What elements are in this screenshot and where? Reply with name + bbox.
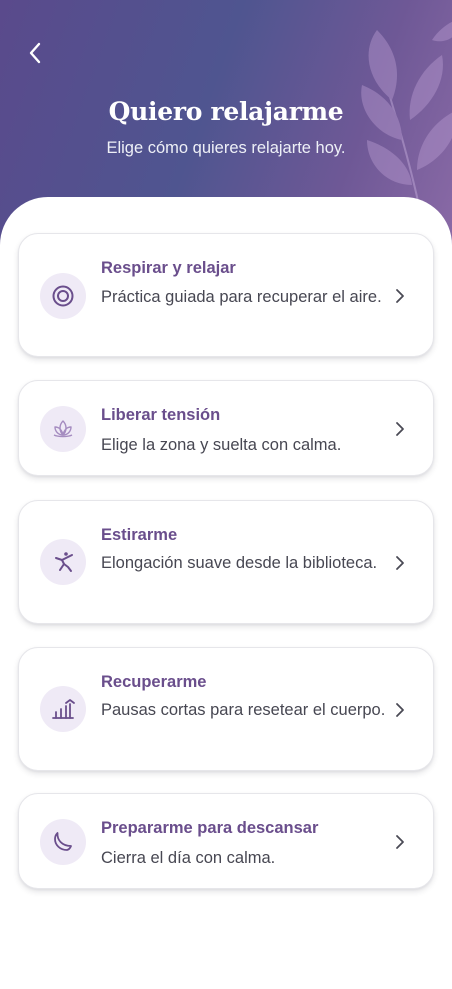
option-description: Elongación suave desde la biblioteca. — [101, 554, 378, 572]
option-icon-wrap — [40, 406, 86, 452]
chevron-right-icon — [393, 702, 407, 718]
option-card-recuperarme[interactable]: Recuperarme Pausas cortas para resetear … — [18, 647, 434, 771]
page-subtitle: Elige cómo quieres relajarte hoy. — [106, 139, 346, 157]
lotus-icon — [53, 420, 73, 438]
option-card-liberar[interactable]: Liberar tensión Elige la zona y suelta c… — [18, 380, 434, 476]
option-card-estirarme[interactable]: Estirarme Elongación suave desde la bibl… — [18, 500, 434, 624]
back-button[interactable] — [20, 36, 50, 70]
stretch-figure-icon — [55, 552, 73, 572]
option-title: Recuperarme — [101, 673, 207, 691]
moon-icon — [54, 832, 72, 851]
option-card-descansar[interactable]: Prepararme para descansar Cierra el día … — [18, 793, 434, 889]
option-card-respirar[interactable]: Respirar y relajar Práctica guiada para … — [18, 233, 434, 357]
option-description: Pausas cortas para resetear el cuerpo. — [101, 701, 386, 719]
option-description: Práctica guiada para recuperar el aire. — [101, 288, 382, 306]
chevron-right-icon — [393, 834, 407, 850]
option-title: Liberar tensión — [101, 406, 221, 424]
page-title: Quiero relajarme — [108, 97, 344, 126]
progress-chart-icon — [52, 699, 75, 719]
option-icon-wrap — [40, 273, 86, 319]
chevron-right-icon — [393, 421, 407, 437]
option-icon-wrap — [40, 539, 86, 585]
option-title: Prepararme para descansar — [101, 819, 319, 837]
option-title: Estirarme — [101, 526, 178, 544]
option-icon-wrap — [40, 686, 86, 732]
target-icon — [52, 285, 74, 307]
option-title: Respirar y relajar — [101, 259, 236, 277]
option-description: Elige la zona y suelta con calma. — [101, 436, 342, 454]
option-icon-wrap — [40, 819, 86, 865]
chevron-right-icon — [393, 288, 407, 304]
chevron-right-icon — [393, 555, 407, 571]
option-description: Cierra el día con calma. — [101, 849, 276, 867]
chevron-left-icon — [29, 42, 41, 64]
